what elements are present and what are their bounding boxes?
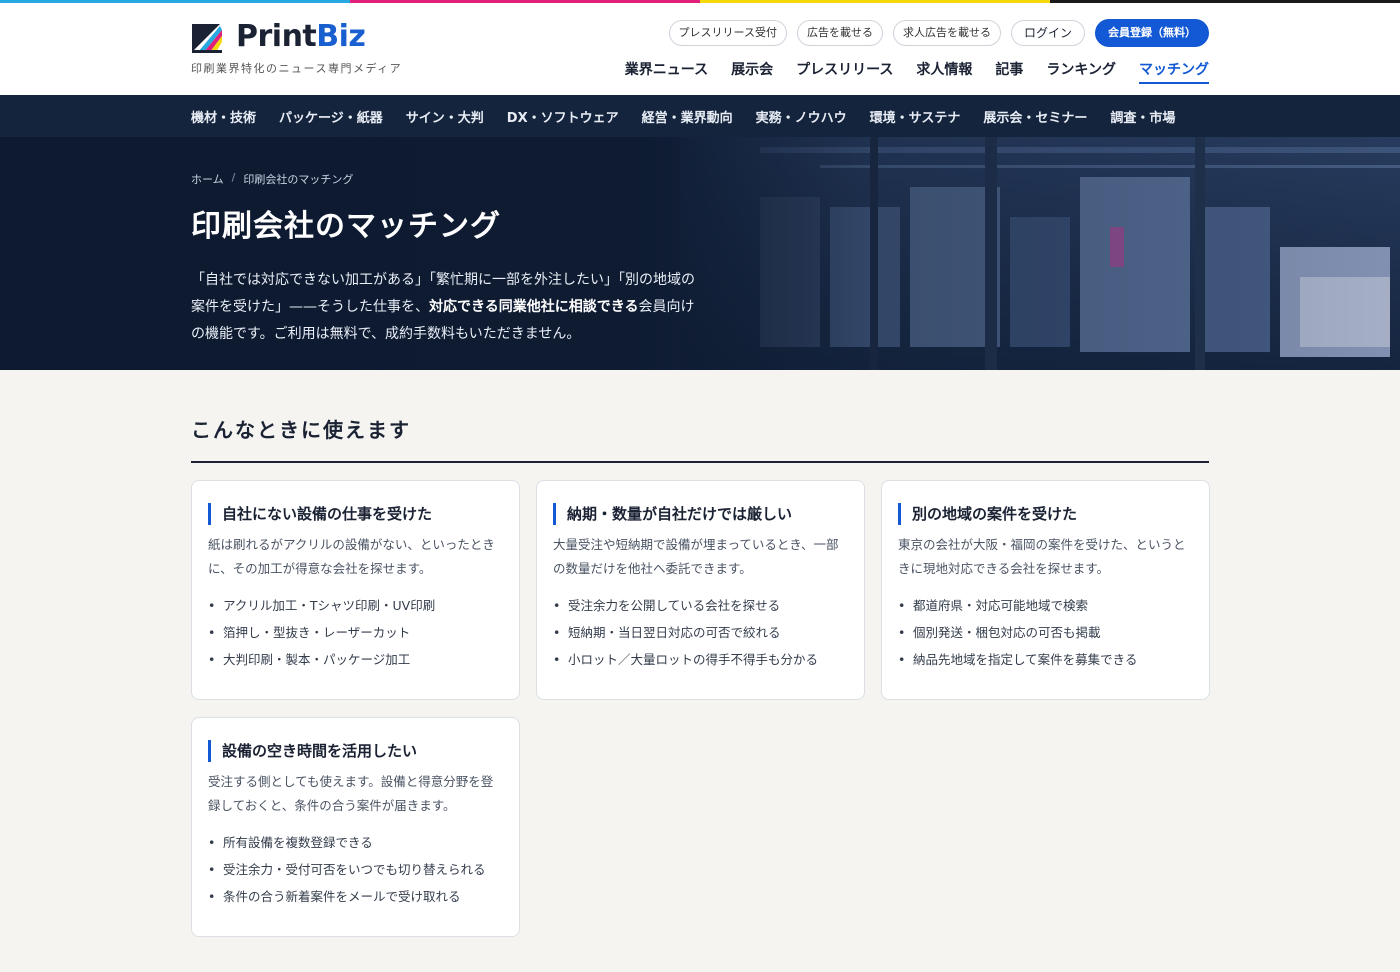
list-item: アクリル加工・Tシャツ印刷・UV印刷 — [208, 592, 503, 619]
job-ads-button[interactable]: 求人広告を載せる — [892, 20, 1001, 46]
card-description: 東京の会社が大阪・福岡の案件を受けた、というときに現地対応できる会社を探せます。 — [898, 537, 1186, 576]
hero-desc-emphasis: 対応できる同業他社に相談できる — [429, 299, 639, 315]
list-item: 受注余力を公開している会社を探せる — [553, 592, 848, 619]
list-item: 小ロット／大量ロットの得手不得手も分かる — [553, 646, 848, 673]
site-logo[interactable]: PrintBiz — [190, 19, 366, 54]
use-case-grid: 自社にない設備の仕事を受けた 紙は刷れるがアクリルの設備がない、といったときに、… — [191, 480, 1210, 937]
category-item[interactable]: パッケージ・紙器 — [279, 107, 383, 126]
breadcrumb-current: 印刷会社のマッチング — [243, 173, 354, 186]
nav-matching[interactable]: マッチング — [1139, 59, 1209, 84]
use-case-card: 自社にない設備の仕事を受けた 紙は刷れるがアクリルの設備がない、といったときに、… — [191, 480, 520, 700]
list-item: 都道府県・対応可能地域で検索 — [898, 592, 1193, 619]
card-description: 紙は刷れるがアクリルの設備がない、といったときに、その加工が得意な会社を探せます… — [208, 537, 495, 576]
use-case-card: 別の地域の案件を受けた 東京の会社が大阪・福岡の案件を受けた、というときに現地対… — [881, 480, 1210, 700]
use-case-card: 納期・数量が自社だけでは厳しい 大量受注や短納期で設備が埋まっているとき、一部の… — [536, 480, 865, 700]
list-item: 個別発送・梱包対応の可否も掲載 — [898, 619, 1193, 646]
page-title: 印刷会社のマッチング — [191, 209, 501, 244]
hero-content: ホーム / 印刷会社のマッチング 印刷会社のマッチング 「自社では対応できない加… — [191, 171, 701, 348]
category-nav: 機材・技術 パッケージ・紙器 サイン・大判 DX・ソフトウェア 経営・業界動向 … — [0, 95, 1400, 137]
hero-banner: ホーム / 印刷会社のマッチング 印刷会社のマッチング 「自社では対応できない加… — [0, 137, 1400, 370]
main-nav: 業界ニュース 展示会 プレスリリース 求人情報 記事 ランキング マッチング — [625, 59, 1209, 84]
card-title: 自社にない設備の仕事を受けた — [208, 503, 503, 525]
card-feature-list: 所有設備を複数登録できる 受注余力・受付可否をいつでも切り替えられる 条件の合う… — [208, 829, 503, 910]
nav-jobs[interactable]: 求人情報 — [916, 59, 972, 84]
card-title: 設備の空き時間を活用したい — [208, 740, 503, 762]
nav-articles[interactable]: 記事 — [995, 59, 1023, 84]
use-cases-section: こんなときに使えます 自社にない設備の仕事を受けた 紙は刷れるがアクリルの設備が… — [0, 414, 1400, 937]
card-title: 別の地域の案件を受けた — [898, 503, 1193, 525]
card-title: 納期・数量が自社だけでは厳しい — [553, 503, 848, 525]
advertise-button[interactable]: 広告を載せる — [796, 20, 883, 46]
logo-wordmark-biz: Biz — [316, 19, 366, 54]
login-button[interactable]: ログイン — [1010, 20, 1085, 46]
list-item: 短納期・当日翌日対応の可否で絞れる — [553, 619, 848, 646]
site-tagline: 印刷業界特化のニュース専門メディア — [191, 62, 403, 75]
category-item[interactable]: 経営・業界動向 — [642, 107, 733, 126]
category-item[interactable]: 実務・ノウハウ — [756, 107, 847, 126]
logo-wordmark-print: Print — [236, 19, 317, 54]
category-item[interactable]: 展示会・セミナー — [983, 107, 1087, 126]
list-item: 条件の合う新着案件をメールで受け取れる — [208, 883, 503, 910]
list-item: 箔押し・型抜き・レーザーカット — [208, 619, 503, 646]
section-heading: こんなときに使えます — [191, 418, 411, 442]
register-button[interactable]: 会員登録（無料） — [1095, 19, 1209, 47]
card-feature-list: 都道府県・対応可能地域で検索 個別発送・梱包対応の可否も掲載 納品先地域を指定し… — [898, 592, 1193, 673]
breadcrumb: ホーム / 印刷会社のマッチング — [191, 171, 701, 187]
list-item: 受注余力・受付可否をいつでも切り替えられる — [208, 856, 503, 883]
list-item: 大判印刷・製本・パッケージ加工 — [208, 646, 503, 673]
category-item[interactable]: サイン・大判 — [406, 107, 484, 126]
card-feature-list: アクリル加工・Tシャツ印刷・UV印刷 箔押し・型抜き・レーザーカット 大判印刷・… — [208, 592, 503, 673]
card-description: 受注する側としても使えます。設備と得意分野を登録しておくと、条件の合う案件が届き… — [208, 774, 494, 813]
card-feature-list: 受注余力を公開している会社を探せる 短納期・当日翌日対応の可否で絞れる 小ロット… — [553, 592, 848, 673]
category-item[interactable]: 機材・技術 — [191, 107, 256, 126]
utility-nav: プレスリリース受付 広告を載せる 求人広告を載せる ログイン 会員登録（無料） — [668, 19, 1209, 47]
card-description: 大量受注や短納期で設備が埋まっているとき、一部の数量だけを他社へ委託できます。 — [553, 537, 839, 576]
section-divider — [191, 461, 1209, 463]
list-item: 納品先地域を指定して案件を募集できる — [898, 646, 1193, 673]
breadcrumb-separator: / — [231, 171, 236, 184]
list-item: 所有設備を複数登録できる — [208, 829, 503, 856]
site-header: PrintBiz 印刷業界特化のニュース専門メディア プレスリリース受付 広告を… — [0, 3, 1400, 95]
nav-press-releases[interactable]: プレスリリース — [796, 59, 893, 84]
category-item[interactable]: 調査・市場 — [1110, 107, 1175, 126]
hero-description: 「自社では対応できない加工がある」「繁忙期に一部を外注したい」「別の地域の案件を… — [191, 267, 701, 348]
nav-ranking[interactable]: ランキング — [1046, 59, 1116, 84]
nav-industry-news[interactable]: 業界ニュース — [625, 59, 708, 84]
use-case-card: 設備の空き時間を活用したい 受注する側としても使えます。設備と得意分野を登録して… — [191, 717, 520, 937]
nav-exhibitions[interactable]: 展示会 — [731, 59, 773, 84]
logo-wordmark: PrintBiz — [236, 19, 366, 54]
printbiz-logo-icon — [190, 20, 224, 54]
breadcrumb-home[interactable]: ホーム — [191, 171, 224, 187]
category-item[interactable]: 環境・サステナ — [870, 107, 961, 126]
category-item[interactable]: DX・ソフトウェア — [507, 107, 619, 126]
press-release-button[interactable]: プレスリリース受付 — [668, 20, 787, 46]
